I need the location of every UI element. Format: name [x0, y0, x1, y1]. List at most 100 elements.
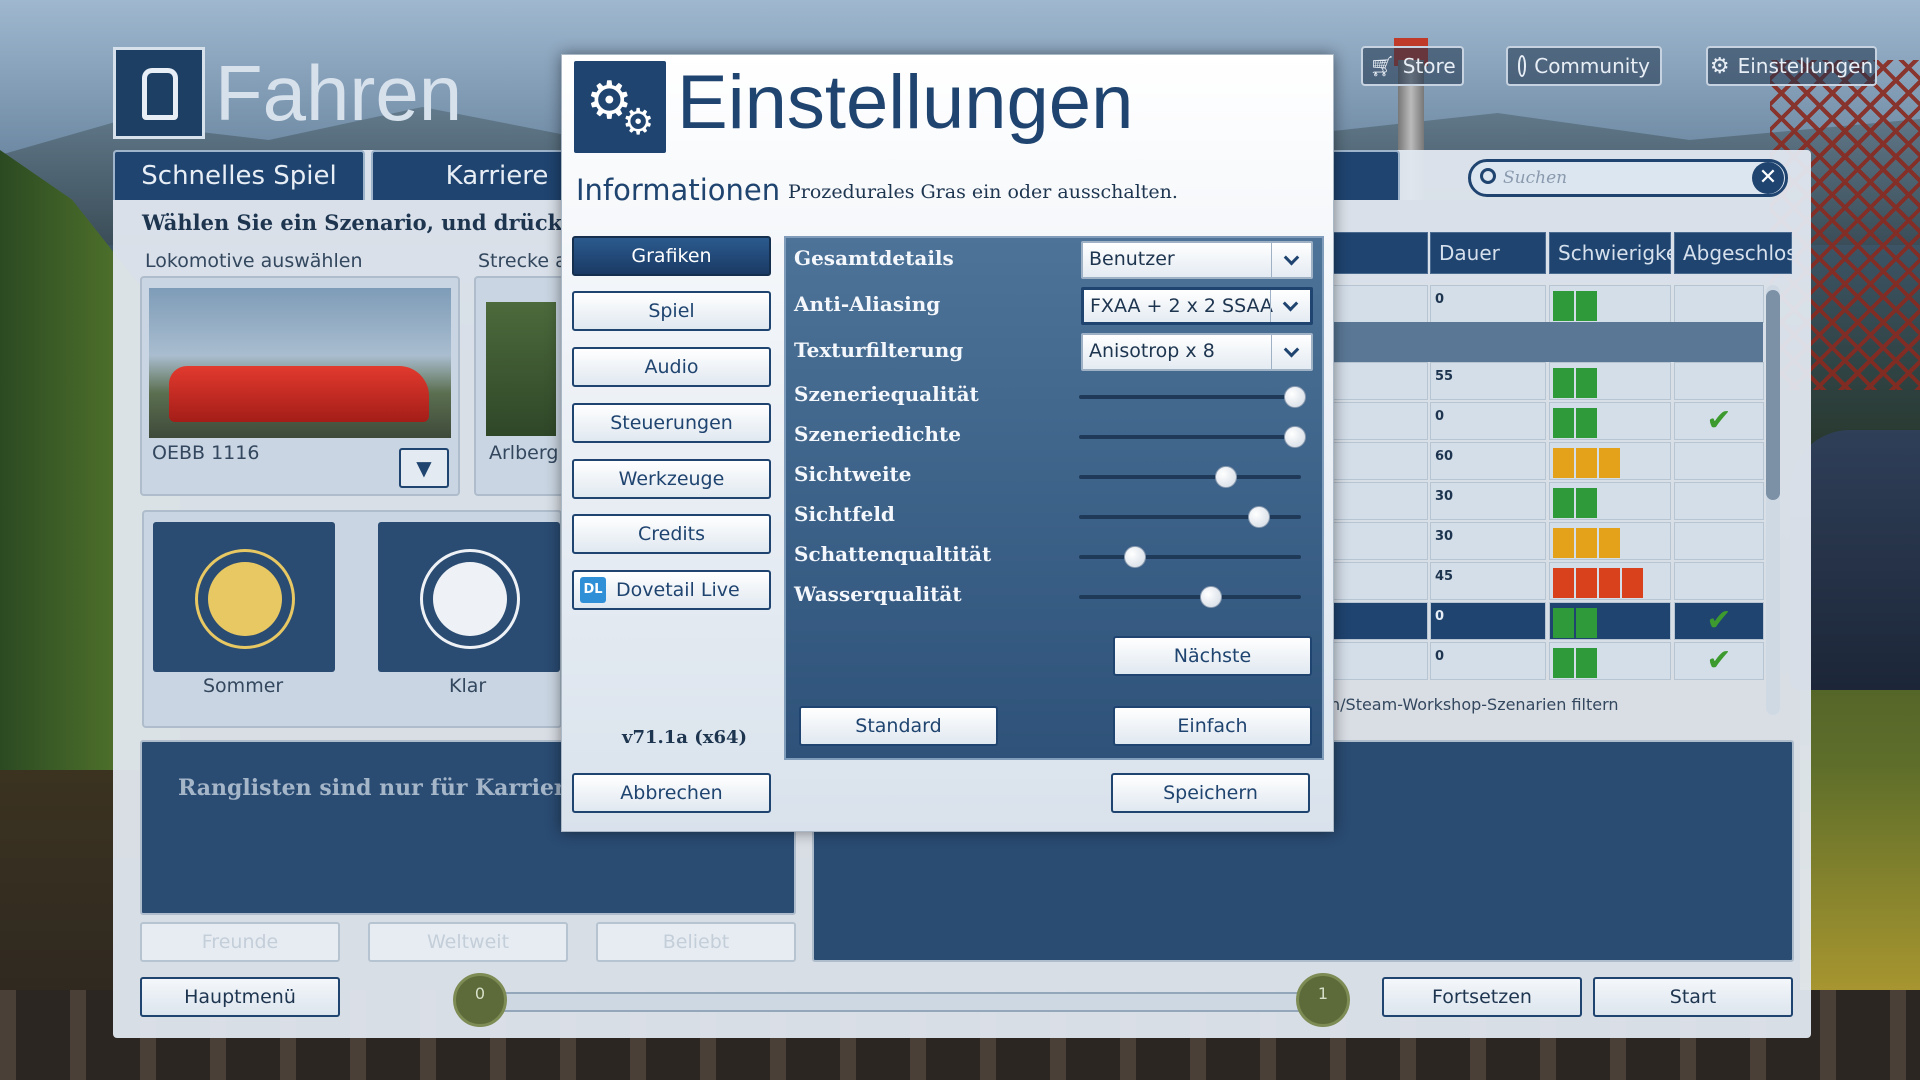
slider-knob[interactable] — [1214, 466, 1237, 488]
table-cell-duration[interactable]: 0 — [1430, 285, 1546, 323]
table-cell-duration[interactable]: 0 — [1430, 602, 1546, 640]
table-cell-duration[interactable]: 0 — [1430, 402, 1546, 440]
start-button[interactable]: Start — [1593, 977, 1793, 1017]
table-cell-name[interactable] — [1333, 482, 1428, 520]
table-cell-name[interactable] — [1333, 285, 1428, 323]
table-cell-difficulty[interactable] — [1549, 562, 1671, 600]
slider-knob[interactable] — [1248, 506, 1271, 528]
table-cell-difficulty[interactable] — [1549, 362, 1671, 400]
save-button[interactable]: Speichern — [1111, 773, 1310, 813]
table-cell-completed[interactable] — [1674, 522, 1764, 560]
main-menu-button[interactable]: Hauptmenü — [140, 977, 340, 1017]
table-cell-difficulty[interactable] — [1549, 402, 1671, 440]
table-header-completed[interactable]: Abgeschlos — [1674, 232, 1797, 274]
chevron-down-icon[interactable] — [1270, 290, 1310, 322]
chevron-down-icon[interactable] — [1271, 243, 1311, 277]
duration-value: 60 — [1435, 449, 1454, 464]
nav-tools[interactable]: Werkzeuge — [572, 459, 771, 499]
table-cell-difficulty[interactable] — [1549, 285, 1671, 323]
standard-button[interactable]: Standard — [799, 706, 998, 746]
table-cell-duration[interactable]: 30 — [1430, 522, 1546, 560]
settings-button[interactable]: ⚙ Einstellungen — [1706, 46, 1877, 86]
table-cell-name[interactable] — [1333, 642, 1428, 680]
filter-icon[interactable]: ▼ — [399, 448, 449, 488]
slider-track[interactable] — [1079, 555, 1301, 559]
table-cell-name[interactable] — [1333, 562, 1428, 600]
table-cell-difficulty[interactable] — [1549, 602, 1671, 640]
slider-track[interactable] — [1079, 435, 1301, 439]
table-cell-difficulty[interactable] — [1549, 442, 1671, 480]
table-cell-completed[interactable]: ✔ — [1674, 642, 1764, 680]
slider-track[interactable] — [1079, 475, 1301, 479]
table-cell-duration[interactable]: 0 — [1430, 642, 1546, 680]
difficulty-bar — [1576, 448, 1597, 478]
chevron-down-icon[interactable] — [1271, 335, 1311, 369]
table-header-duration[interactable]: Dauer — [1430, 232, 1546, 274]
continue-button[interactable]: Fortsetzen — [1382, 977, 1582, 1017]
popular-button[interactable]: Beliebt — [596, 922, 796, 962]
table-cell-name[interactable] — [1333, 362, 1428, 400]
table-cell-completed[interactable] — [1674, 285, 1764, 323]
progress-slider-track[interactable] — [490, 992, 1324, 1012]
table-cell-duration[interactable]: 45 — [1430, 562, 1546, 600]
nav-dovetail-live[interactable]: DL Dovetail Live — [572, 570, 771, 610]
nav-game[interactable]: Spiel — [572, 291, 771, 331]
slider-knob[interactable] — [1284, 426, 1306, 448]
weather-summer[interactable] — [153, 522, 335, 672]
nav-audio[interactable]: Audio — [572, 347, 771, 387]
weather-clear[interactable] — [378, 522, 560, 672]
store-button[interactable]: 🛒︎ Store — [1361, 46, 1464, 86]
slider-knob[interactable] — [1124, 546, 1147, 568]
search-input[interactable]: Suchen — [1468, 159, 1788, 197]
slider-min-knob[interactable]: 0 — [453, 973, 507, 1027]
table-cell-completed[interactable] — [1674, 442, 1764, 480]
workshop-filter-label[interactable]: n/Steam-Workshop-Szenarien filtern — [1330, 695, 1619, 714]
table-cell-name[interactable] — [1333, 522, 1428, 560]
friends-button[interactable]: Freunde — [140, 922, 340, 962]
difficulty-bars — [1550, 363, 1670, 403]
slider-track[interactable] — [1079, 595, 1301, 599]
nav-credits[interactable]: Credits — [572, 514, 771, 554]
anti-aliasing-select[interactable]: FXAA + 2 x 2 SSAA — [1081, 287, 1313, 325]
slider-knob[interactable] — [1284, 386, 1306, 408]
community-button[interactable]: Community — [1506, 46, 1662, 86]
difficulty-bars — [1550, 603, 1670, 643]
table-header-difficulty[interactable]: Schwierigke — [1549, 232, 1678, 274]
table-cell-completed[interactable]: ✔ — [1674, 402, 1764, 440]
slider-knob[interactable] — [1200, 586, 1222, 608]
table-cell-name[interactable] — [1333, 602, 1428, 640]
simple-button[interactable]: Einfach — [1113, 706, 1312, 746]
overall-detail-select[interactable]: Benutzer — [1081, 241, 1313, 279]
tab-quick-game[interactable]: Schnelles Spiel — [113, 150, 365, 200]
table-cell-duration[interactable]: 30 — [1430, 482, 1546, 520]
duration-value: 0 — [1435, 609, 1445, 624]
slider-track[interactable] — [1079, 395, 1301, 399]
table-header-name[interactable] — [1333, 232, 1428, 274]
difficulty-bar — [1553, 408, 1574, 438]
next-button[interactable]: Nächste — [1113, 636, 1312, 676]
table-cell-duration[interactable]: 55 — [1430, 362, 1546, 400]
nav-controls[interactable]: Steuerungen — [572, 403, 771, 443]
slider-max-knob[interactable]: 1 — [1296, 973, 1350, 1027]
cancel-button[interactable]: Abbrechen — [572, 773, 771, 813]
table-scrollbar-thumb[interactable] — [1766, 290, 1780, 500]
table-cell-completed[interactable] — [1674, 562, 1764, 600]
table-cell-difficulty[interactable] — [1549, 482, 1671, 520]
table-cell-completed[interactable] — [1674, 362, 1764, 400]
slider-label: Schattenqualtität — [794, 542, 992, 566]
route-label: Strecke a — [478, 250, 567, 272]
table-cell-completed[interactable]: ✔ — [1674, 602, 1764, 640]
table-cell-difficulty[interactable] — [1549, 522, 1671, 560]
table-cell-name[interactable] — [1333, 442, 1428, 480]
table-cell-difficulty[interactable] — [1549, 642, 1671, 680]
nav-graphics[interactable]: Grafiken — [572, 236, 771, 276]
search-icon — [1480, 168, 1496, 184]
clear-search-icon[interactable]: ✕ — [1752, 162, 1784, 194]
worldwide-button[interactable]: Weltweit — [368, 922, 568, 962]
table-cell-completed[interactable] — [1674, 482, 1764, 520]
table-cell-duration[interactable]: 60 — [1430, 442, 1546, 480]
overall-detail-label: Gesamtdetails — [794, 246, 954, 270]
texture-filter-select[interactable]: Anisotrop x 8 — [1081, 333, 1313, 371]
duration-value: 30 — [1435, 529, 1454, 544]
table-cell-name[interactable] — [1333, 402, 1428, 440]
